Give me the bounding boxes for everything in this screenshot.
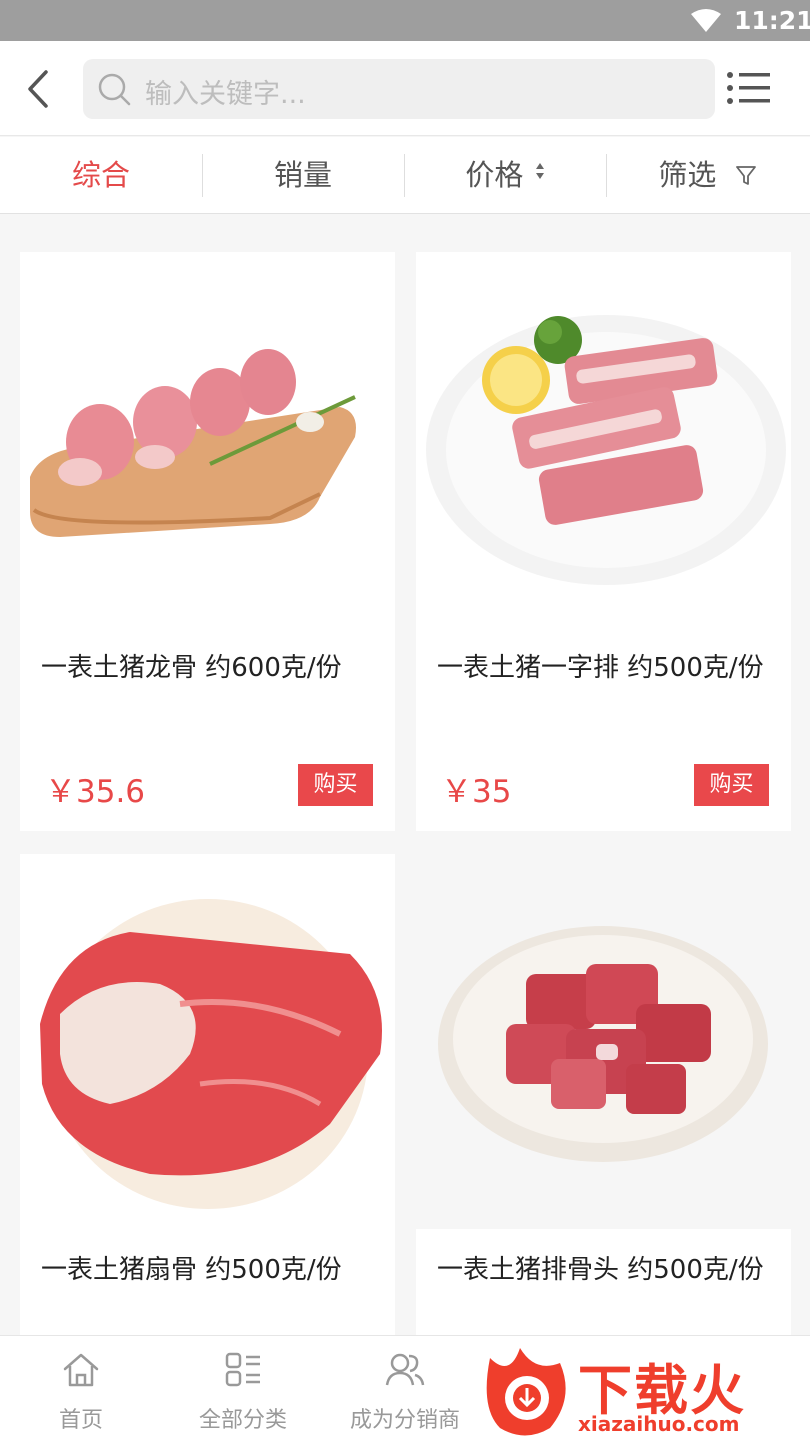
back-icon[interactable] <box>22 69 56 109</box>
tab-label: 价格 <box>465 158 524 192</box>
product-image[interactable] <box>416 252 791 627</box>
tab-label: 销量 <box>273 158 332 192</box>
product-card[interactable]: 一表土猪一字排 约500克/份 ￥35 购买 <box>416 252 791 831</box>
status-bar: 11:21 <box>0 0 810 41</box>
list-view-icon[interactable] <box>726 71 772 105</box>
product-name[interactable]: 一表土猪排骨头 约500克/份 <box>437 1250 772 1290</box>
product-name[interactable]: 一表土猪一字排 约500克/份 <box>437 648 772 688</box>
sort-arrows-icon <box>535 163 544 179</box>
product-price: ￥35.6 <box>45 774 146 810</box>
wifi-icon <box>691 9 721 32</box>
home-icon <box>63 1353 99 1387</box>
sort-bar: 综合 销量 价格 筛选 <box>0 137 810 214</box>
tab-comprehensive[interactable]: 综合 <box>0 137 202 214</box>
product-card[interactable]: 一表土猪扇骨 约500克/份 <box>20 854 395 1354</box>
tab-label: 综合 <box>71 158 130 192</box>
tab-price[interactable]: 价格 <box>404 137 606 214</box>
watermark-logo: 下载火 xiazaihuo.com <box>478 1336 810 1440</box>
watermark-url: xiazaihuo.com <box>578 1412 740 1436</box>
top-bar: 输入关键字... <box>0 41 810 136</box>
nav-label: 全部分类 <box>198 1408 287 1433</box>
nav-distributor[interactable]: 成为分销商 <box>324 1336 486 1440</box>
buy-button[interactable]: 购买 <box>298 764 373 806</box>
filter-icon <box>735 166 756 185</box>
product-name[interactable]: 一表土猪龙骨 约600克/份 <box>41 648 376 688</box>
status-time: 11:21 <box>734 6 810 35</box>
nav-label: 成为分销商 <box>349 1408 460 1433</box>
product-image[interactable] <box>20 252 395 627</box>
product-card[interactable]: 一表土猪排骨头 约500克/份 <box>416 854 791 1354</box>
tab-filter[interactable]: 筛选 <box>606 137 808 214</box>
category-icon <box>225 1352 260 1387</box>
product-image[interactable] <box>20 854 395 1229</box>
product-price: ￥35 <box>441 774 512 810</box>
product-image[interactable] <box>416 854 791 1229</box>
product-card[interactable]: 一表土猪龙骨 约600克/份 ￥35.6 购买 <box>20 252 395 831</box>
search-placeholder: 输入关键字... <box>145 79 306 110</box>
search-input[interactable]: 输入关键字... <box>83 59 715 119</box>
tab-sales[interactable]: 销量 <box>202 137 404 214</box>
flame-logo-icon <box>486 1348 566 1436</box>
tab-label: 筛选 <box>658 158 717 192</box>
nav-home[interactable]: 首页 <box>0 1336 162 1440</box>
buy-button[interactable]: 购买 <box>694 764 769 806</box>
search-icon <box>98 73 131 106</box>
product-name[interactable]: 一表土猪扇骨 约500克/份 <box>41 1250 376 1290</box>
nav-label: 首页 <box>58 1408 103 1433</box>
users-icon <box>385 1353 425 1386</box>
nav-categories[interactable]: 全部分类 <box>162 1336 324 1440</box>
